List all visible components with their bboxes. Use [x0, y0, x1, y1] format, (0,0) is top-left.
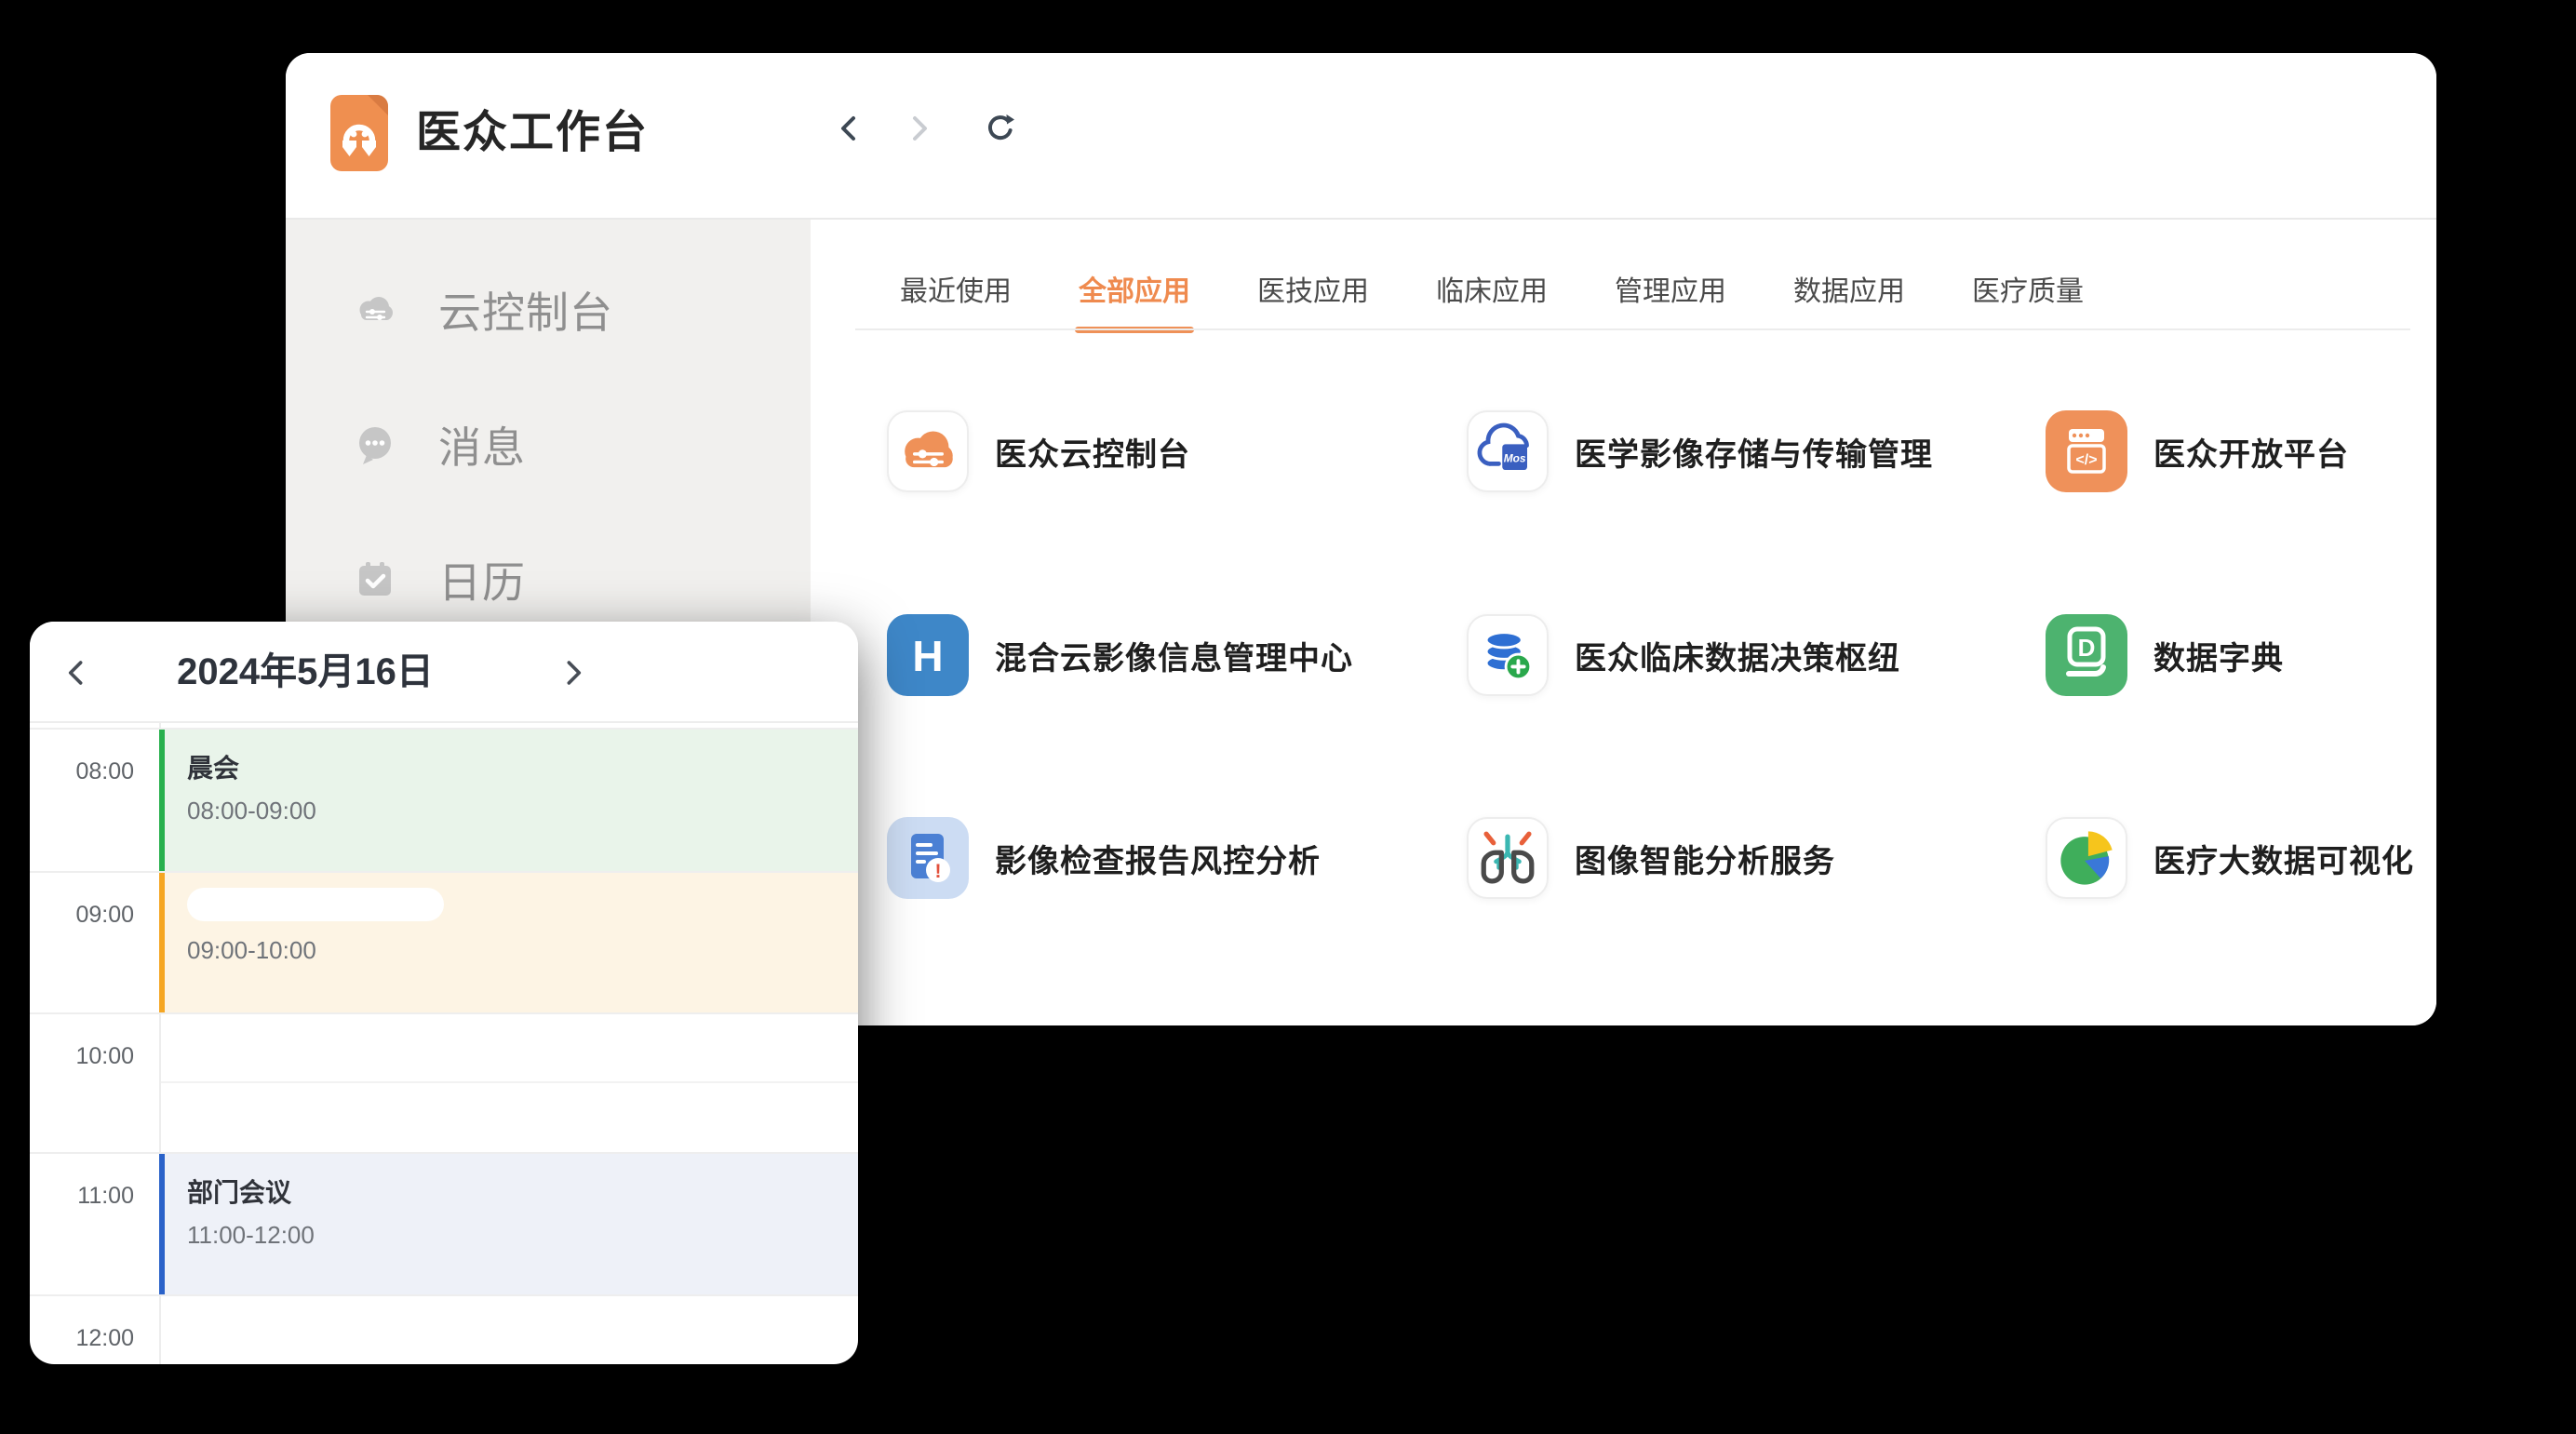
- content-area: 最近使用 全部应用 医技应用 临床应用 管理应用 数据应用 医疗质量: [811, 220, 2436, 1025]
- app-label: 医学影像存储与传输管理: [1575, 429, 1933, 475]
- calendar-panel: 2024年5月16日 08:00 09:00 10:00 11:00 12:00…: [30, 622, 858, 1364]
- calendar-date-title: 2024年5月16日: [119, 622, 491, 723]
- app-label: 医疗大数据可视化: [2153, 836, 2414, 881]
- app-open-platform[interactable]: </> 医众开放平台: [2046, 410, 2349, 492]
- app-label: 医众临床数据决策枢纽: [1575, 633, 1900, 678]
- app-report-risk-analysis[interactable]: ! 影像检查报告风控分析: [887, 817, 1321, 899]
- app-label: 医众云控制台: [995, 429, 1190, 475]
- app-hybrid-cloud-imaging[interactable]: H 混合云影像信息管理中心: [887, 614, 1353, 696]
- database-plus-icon: [1467, 614, 1549, 696]
- refresh-icon: [984, 112, 1017, 145]
- app-cloud-console[interactable]: 医众云控制台: [887, 410, 1190, 492]
- app-image-ai-analysis[interactable]: 图像智能分析服务: [1467, 817, 1835, 899]
- tab-data-apps[interactable]: 数据应用: [1793, 268, 1905, 309]
- time-label: 08:00: [30, 758, 134, 785]
- message-bubble-icon: [351, 421, 399, 469]
- app-label: 医众开放平台: [2153, 429, 2349, 475]
- event-title: 晨会: [187, 748, 858, 785]
- svg-text:D: D: [2078, 634, 2096, 662]
- event-time: 09:00-10:00: [187, 936, 858, 965]
- window-header: 医众工作台: [286, 53, 2436, 220]
- cloud-sliders-icon: [887, 410, 969, 492]
- sidebar-item-cloud-console[interactable]: 云控制台: [351, 280, 613, 340]
- event-time: 08:00-09:00: [187, 797, 858, 825]
- calendar-day-view: 08:00 09:00 10:00 11:00 12:00 晨会 08:00-0…: [30, 723, 858, 1364]
- app-label: 图像智能分析服务: [1575, 836, 1835, 881]
- back-button[interactable]: [833, 112, 866, 145]
- app-title: 医众工作台: [416, 107, 649, 159]
- tab-recent[interactable]: 最近使用: [900, 268, 1012, 309]
- cloud-sliders-icon: [351, 286, 399, 334]
- svg-text:!: !: [935, 861, 942, 882]
- time-label: 12:00: [30, 1325, 134, 1352]
- forward-button[interactable]: [902, 112, 935, 145]
- sidebar-item-calendar[interactable]: 日历: [351, 550, 526, 610]
- app-label: 影像检查报告风控分析: [995, 836, 1321, 881]
- sidebar-item-label: 日历: [438, 549, 526, 610]
- time-label: 09:00: [30, 902, 134, 929]
- mos-cloud-icon: Mos: [1467, 410, 1549, 492]
- event-time: 11:00-12:00: [187, 1221, 858, 1250]
- app-label: 数据字典: [2153, 633, 2284, 678]
- calendar-check-icon: [351, 556, 399, 604]
- calendar-event-department-meeting[interactable]: 部门会议 11:00-12:00: [159, 1154, 858, 1294]
- time-label: 10:00: [30, 1043, 134, 1070]
- svg-text:H: H: [912, 632, 943, 680]
- chevron-left-icon: [61, 657, 93, 689]
- report-alert-icon: !: [887, 817, 969, 899]
- hour-line: [30, 1294, 858, 1296]
- code-window-icon: </>: [2046, 410, 2127, 492]
- tab-medtech-apps[interactable]: 医技应用: [1257, 268, 1369, 309]
- svg-text:Mos: Mos: [1504, 451, 1526, 464]
- refresh-button[interactable]: [984, 112, 1017, 145]
- app-grid: 医众云控制台 Mos 医学影像存储与传输管理: [811, 330, 2436, 1025]
- app-clinical-data-hub[interactable]: 医众临床数据决策枢纽: [1467, 614, 1900, 696]
- app-data-dictionary[interactable]: D 数据字典: [2046, 614, 2284, 696]
- sidebar-item-label: 云控制台: [438, 279, 613, 341]
- back-arrow-icon: [833, 112, 866, 145]
- app-label: 混合云影像信息管理中心: [995, 633, 1353, 678]
- tab-all-apps[interactable]: 全部应用: [1079, 268, 1190, 309]
- calendar-header: 2024年5月16日: [30, 622, 858, 723]
- hour-line: [30, 1012, 858, 1014]
- sidebar-item-messages[interactable]: 消息: [351, 415, 526, 475]
- pie-chart-icon: [2046, 817, 2127, 899]
- desktop-background: 医众工作台: [0, 0, 2576, 1434]
- chevron-right-icon: [557, 657, 588, 689]
- svg-text:</>: </>: [2075, 452, 2097, 468]
- time-label: 11:00: [30, 1183, 134, 1210]
- redacted-event-title: [187, 888, 444, 921]
- calendar-next-button[interactable]: [557, 657, 588, 689]
- calendar-event-redacted[interactable]: 09:00-10:00: [159, 873, 858, 1012]
- calendar-prev-button[interactable]: [61, 657, 93, 689]
- app-bigdata-visualization[interactable]: 医疗大数据可视化: [2046, 817, 2414, 899]
- dictionary-book-icon: D: [2046, 614, 2127, 696]
- forward-arrow-icon: [902, 112, 935, 145]
- calendar-event-morning-meeting[interactable]: 晨会 08:00-09:00: [159, 730, 858, 871]
- tab-quality[interactable]: 医疗质量: [1972, 268, 2084, 309]
- half-hour-line: [159, 1081, 858, 1083]
- event-title: 部门会议: [187, 1173, 858, 1210]
- tab-clinical-apps[interactable]: 临床应用: [1436, 268, 1548, 309]
- letter-h-icon: H: [887, 614, 969, 696]
- tab-management-apps[interactable]: 管理应用: [1615, 268, 1726, 309]
- app-logo-icon: [330, 95, 388, 171]
- app-image-storage-transfer[interactable]: Mos 医学影像存储与传输管理: [1467, 410, 1933, 492]
- sidebar-item-label: 消息: [438, 414, 526, 476]
- lungs-icon: [1467, 817, 1549, 899]
